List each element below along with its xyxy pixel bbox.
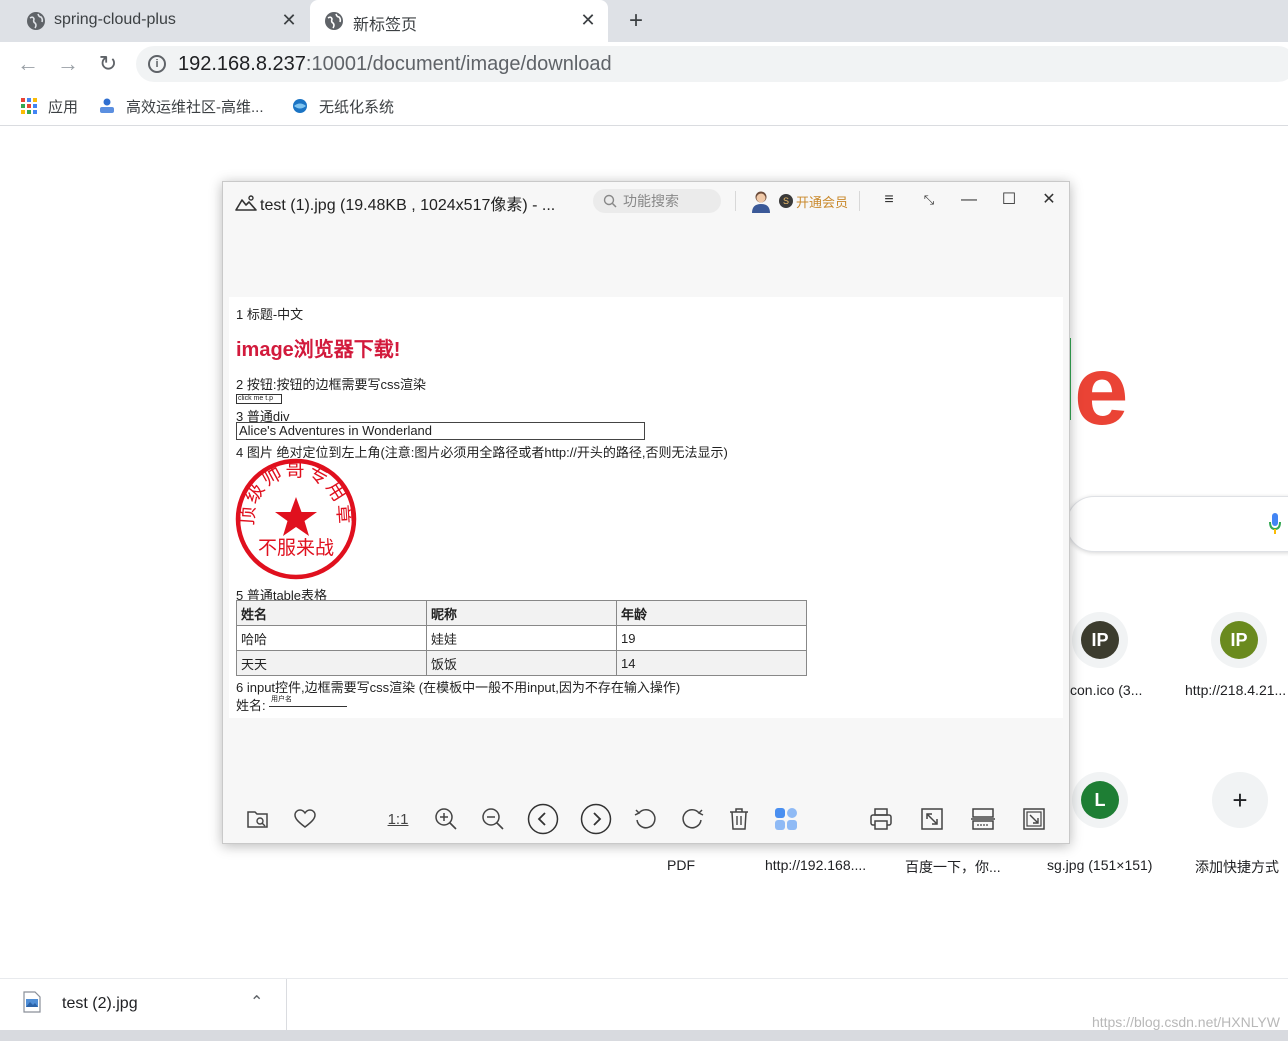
user-avatar-icon[interactable] [750, 189, 772, 213]
tab-strip: spring-cloud-plus ✕ 新标签页 ✕ + [0, 0, 1288, 42]
vip-member-button[interactable]: S 开通会员 [779, 191, 848, 211]
table-cell: 娃娃 [426, 625, 617, 651]
shortcut-label[interactable]: http://192.168.... [765, 857, 866, 873]
bookmarks-bar: 应用 高效运维社区-高维... 无纸化系统 [0, 86, 1288, 126]
shortcut-tile[interactable]: IP http://218.4.21... [1183, 612, 1288, 698]
watermark: https://blog.csdn.net/HXNLYW [1091, 1014, 1280, 1030]
seal-bottom-text: 不服来战 [258, 537, 334, 559]
zoom-in-icon[interactable] [433, 806, 459, 832]
document-heading: image浏览器下载! [236, 339, 401, 361]
table-row: 天天 饭饭 14 [236, 650, 807, 676]
table-cell: 天天 [236, 650, 427, 676]
chevron-up-icon[interactable]: ⌃ [250, 992, 263, 1012]
back-arrow-icon[interactable]: ← [16, 52, 40, 76]
new-tab-icon[interactable]: + [623, 8, 649, 34]
table-header: 姓名 [236, 600, 427, 626]
add-shortcut-tile[interactable]: + [1184, 772, 1288, 828]
close-icon[interactable]: ✕ [1039, 190, 1059, 210]
fullscreen-icon[interactable] [1021, 806, 1047, 832]
zoom-out-icon[interactable] [480, 806, 506, 832]
table-header: 年龄 [616, 600, 807, 626]
download-item[interactable]: test (2).jpg ⌃ [0, 979, 287, 1031]
bookmark-label: 无纸化系统 [319, 98, 395, 116]
print-icon[interactable] [868, 806, 894, 832]
rotate-right-icon[interactable] [680, 806, 706, 832]
table-cell: 14 [616, 650, 807, 676]
apps-grid-icon [21, 98, 37, 114]
table-cell: 哈哈 [236, 625, 427, 651]
info-icon[interactable]: i [148, 55, 166, 73]
download-file-name: test (2).jpg [62, 995, 138, 1012]
site-favicon-icon [293, 99, 307, 113]
section-title: 6 input控件,边框需要写css渲染 (在模板中一般不用input,因为不存… [236, 680, 681, 695]
table-cell: 饭饭 [426, 650, 617, 676]
shortcut-avatar: L [1081, 781, 1119, 819]
section-title: 1 标题-中文 [236, 307, 304, 322]
document-image: 1 标题-中文 image浏览器下载! 2 按钮:按钮的边框需要写css渲染 c… [229, 297, 1063, 718]
tab-title: 新标签页 [353, 17, 418, 34]
document-table: 姓名 昵称 年龄 哈哈 娃娃 19 天天 饭饭 14 [236, 600, 807, 676]
previous-icon[interactable] [526, 802, 560, 836]
feature-search-input[interactable]: 功能搜索 [593, 189, 721, 213]
tab-spring-cloud-plus[interactable]: spring-cloud-plus ✕ [0, 0, 308, 42]
shortcut-label[interactable]: PDF [667, 857, 695, 873]
document-button: click me t.p [236, 394, 282, 404]
tab-title: spring-cloud-plus [54, 11, 176, 28]
next-icon[interactable] [579, 802, 613, 836]
close-tab-icon[interactable]: ✕ [578, 10, 598, 30]
open-folder-icon[interactable] [245, 806, 271, 832]
reload-icon[interactable]: ↻ [96, 52, 120, 76]
globe-icon [325, 12, 343, 30]
shortcut-label[interactable]: sg.jpg (151×151) [1047, 857, 1152, 873]
add-icon: + [1232, 785, 1248, 815]
bookmark-label: 应用 [48, 98, 79, 116]
google-logo-letter: e [1074, 335, 1129, 445]
microphone-icon[interactable] [1269, 513, 1281, 535]
delete-icon[interactable] [726, 806, 752, 832]
browser-toolbar: ← → ↻ i 192.168.8.237:10001/document/ima… [0, 42, 1288, 86]
minimize-icon[interactable]: — [959, 190, 979, 210]
favorite-icon[interactable] [292, 806, 318, 832]
red-seal-stamp: 顶级帅哥专用章 不服来战 [235, 458, 357, 580]
table-row: 哈哈 娃娃 19 [236, 625, 807, 651]
document-input: 用户名 [269, 696, 347, 707]
apps-icon[interactable] [773, 806, 799, 832]
globe-icon [27, 12, 45, 30]
search-icon [603, 194, 617, 208]
image-viewer-window: test (1).jpg (19.48KB , 1024x517像素) - ..… [222, 181, 1070, 844]
scan-icon[interactable] [970, 806, 996, 832]
compact-mode-icon[interactable]: ⤡ [919, 190, 939, 210]
url-text[interactable]: 192.168.8.237:10001/document/image/downl… [178, 53, 612, 76]
shortcut-label[interactable]: 百度一下，你... [905, 857, 1001, 877]
table-header: 昵称 [426, 600, 617, 626]
input-label: 姓名: [236, 698, 266, 713]
bookmark-label: 高效运维社区-高维... [126, 98, 264, 116]
vip-coin-icon: S [779, 194, 793, 208]
fit-window-icon[interactable] [919, 806, 945, 832]
shortcut-avatar: IP [1081, 621, 1119, 659]
section-title: 2 按钮:按钮的边框需要写css渲染 [236, 377, 426, 392]
document-div: Alice's Adventures in Wonderland [236, 422, 645, 440]
bookmark-apps[interactable]: 应用 [20, 95, 78, 117]
close-tab-icon[interactable]: ✕ [279, 10, 299, 30]
rotate-left-icon[interactable] [632, 806, 658, 832]
actual-size-icon[interactable]: 1:1 [385, 806, 411, 832]
os-taskbar [0, 1030, 1288, 1041]
forward-arrow-icon[interactable]: → [56, 52, 80, 76]
viewer-title: test (1).jpg (19.48KB , 1024x517像素) - ..… [235, 191, 555, 215]
image-mountain-icon [235, 195, 257, 211]
bookmark-ops-community[interactable]: 高效运维社区-高维... [98, 95, 264, 117]
address-bar[interactable]: i 192.168.8.237:10001/document/image/dow… [136, 46, 1288, 82]
image-file-icon [23, 991, 41, 1013]
menu-icon[interactable]: ≡ [879, 190, 899, 210]
search-box[interactable] [1066, 496, 1288, 552]
table-cell: 19 [616, 625, 807, 651]
shortcut-label: http://218.4.21... [1185, 682, 1287, 698]
maximize-icon[interactable]: ☐ [999, 190, 1019, 210]
shortcut-avatar: IP [1220, 621, 1258, 659]
site-favicon-icon [100, 98, 114, 113]
bookmark-paperless[interactable]: 无纸化系统 [291, 95, 394, 117]
tab-new-tab[interactable]: 新标签页 ✕ [310, 0, 608, 42]
shortcut-label[interactable]: 添加快捷方式 [1195, 857, 1279, 877]
